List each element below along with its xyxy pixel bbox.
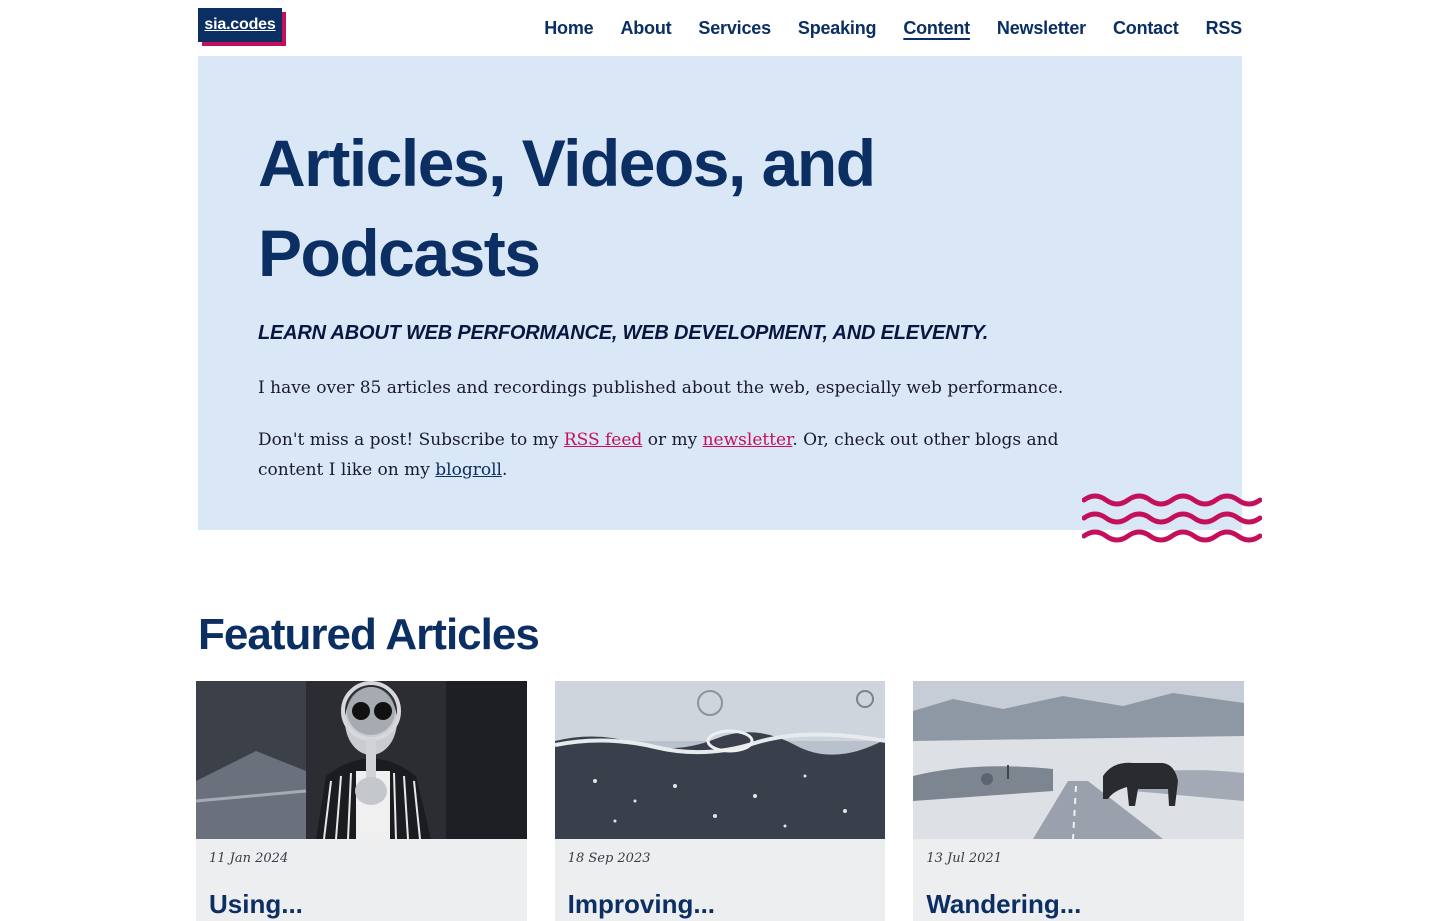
featured-articles-list: 11 Jan 2024 Using... 18 Sep 2023 Improvi… [196,681,1245,921]
site-header: sia.codes Home About Services Speaking C… [198,0,1242,56]
blogroll-link[interactable]: blogroll [435,460,502,480]
main-nav: Home About Services Speaking Content New… [517,0,1242,56]
article-title[interactable]: Wandering... [926,889,1081,920]
subscribe-suffix: . [501,460,508,480]
nav-newsletter[interactable]: Newsletter [997,16,1086,40]
article-title[interactable]: Improving... [568,889,715,920]
nav-speaking[interactable]: Speaking [798,16,877,40]
subscribe-middle: or my [642,430,703,450]
article-date: 13 Jul 2021 [926,851,1002,866]
logo-link[interactable]: sia.codes [198,8,282,42]
logo-wrap: sia.codes [198,8,286,46]
article-date: 11 Jan 2024 [209,851,289,866]
article-card[interactable]: 18 Sep 2023 Improving... [554,681,886,921]
article-image-bison-road [913,681,1245,839]
nav-home[interactable]: Home [544,16,593,40]
page-title: Articles, Videos, and Podcasts [258,126,876,290]
newsletter-link[interactable]: newsletter [703,430,793,450]
article-card[interactable]: 13 Jul 2021 Wandering... [913,681,1245,921]
hero: Articles, Videos, and Podcasts LEARN ABO… [198,56,1242,530]
subscribe-prefix: Don't miss a post! Subscribe to my [258,430,564,450]
nav-contact[interactable]: Contact [1113,16,1179,40]
hero-subscribe-text: Don't miss a post! Subscribe to my RSS f… [258,425,1098,485]
article-image-water [554,681,886,839]
article-title[interactable]: Using... [209,889,303,920]
hero-tagline: LEARN ABOUT WEB PERFORMANCE, WEB DEVELOP… [258,322,989,344]
hero-intro: I have over 85 articles and recordings p… [258,378,1064,398]
article-date: 18 Sep 2023 [567,851,651,866]
wavy-decoration-icon [1082,493,1262,543]
nav-services[interactable]: Services [698,16,771,40]
nav-rss[interactable]: RSS [1206,16,1243,40]
article-card[interactable]: 11 Jan 2024 Using... [196,681,527,921]
article-image-magnifying-glass [196,681,527,839]
rss-feed-link[interactable]: RSS feed [564,430,643,450]
featured-articles-heading: Featured Articles [198,610,540,659]
nav-content[interactable]: Content [903,16,970,40]
nav-about[interactable]: About [620,16,671,40]
